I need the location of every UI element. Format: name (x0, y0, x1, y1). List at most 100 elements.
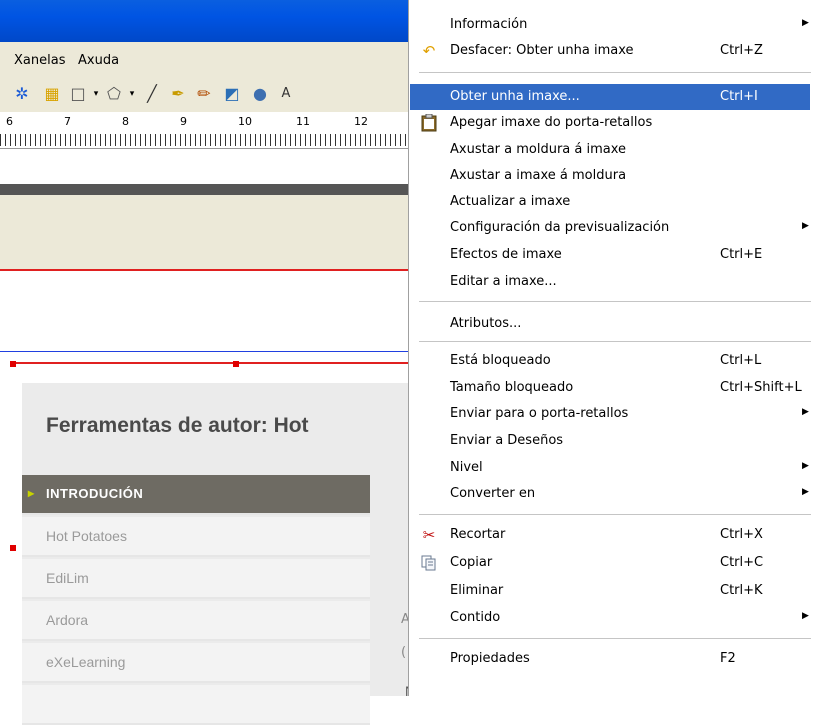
image-icon[interactable]: ◩ (222, 84, 242, 104)
submenu-arrow-icon: ▶ (802, 611, 809, 621)
nav-item-label: eXeLearning (46, 654, 126, 670)
pen-icon[interactable]: ✒ (168, 84, 188, 104)
scissors-icon: ✂ (422, 526, 436, 544)
menu-item-copiar[interactable]: Copiar Ctrl+C (410, 550, 810, 576)
ruler-number: 9 (180, 115, 187, 128)
menu-separator (419, 638, 811, 639)
menu-item-label: Contido (450, 610, 501, 625)
menu-item-nivel[interactable]: Nivel ▶ (410, 455, 810, 481)
menu-item-label: Enviar a Deseños (450, 433, 564, 448)
menu-item-label: Converter en (450, 486, 536, 501)
menu-item-informacion[interactable]: Información ▶ (410, 12, 810, 38)
resize-handle[interactable] (233, 361, 239, 367)
submenu-arrow-icon: ▶ (802, 487, 809, 497)
menu-item-label: Configuración da previsualización (450, 220, 670, 235)
submenu-arrow-icon: ▶ (802, 221, 809, 231)
page-title: Ferramentas de autor: Hot (46, 414, 309, 437)
menu-item-enviar-porta-retallos[interactable]: Enviar para o porta-retallos ▶ (410, 401, 810, 427)
chevron-down-icon[interactable]: ▾ (86, 84, 106, 104)
menu-item-axustar-moldura[interactable]: Axustar a moldura á imaxe (410, 137, 810, 163)
menu-axuda[interactable]: Axuda (78, 53, 119, 68)
menu-item-label: Recortar (450, 527, 506, 542)
menu-item-label: Enviar para o porta-retallos (450, 406, 629, 421)
nav-item-label: Introdución (46, 486, 144, 501)
menu-item-desfacer[interactable]: ↶ Desfacer: Obter unha imaxe Ctrl+Z (410, 38, 810, 64)
menu-separator (419, 72, 811, 73)
menu-item-eliminar[interactable]: Eliminar Ctrl+K (410, 578, 810, 604)
menu-xanelas[interactable]: Xanelas (14, 53, 65, 68)
line-icon[interactable]: ╱ (142, 84, 162, 104)
menu-item-shortcut: Ctrl+Shift+L (720, 380, 802, 395)
menu-separator (419, 341, 811, 342)
menu-item-tamano-bloqueado[interactable]: Tamaño bloqueado Ctrl+Shift+L (410, 375, 810, 401)
ruler-number: 11 (296, 115, 310, 128)
ruler-number: 10 (238, 115, 252, 128)
submenu-arrow-icon: ▶ (802, 18, 809, 28)
menu-item-shortcut: Ctrl+L (720, 353, 762, 368)
nav-item-introducion[interactable]: ▸ Introdución (22, 475, 370, 515)
settings-icon[interactable]: ✲ (12, 84, 32, 104)
menu-item-contido[interactable]: Contido ▶ (410, 605, 810, 631)
menu-item-axustar-imaxe[interactable]: Axustar a imaxe á moldura (410, 163, 810, 189)
menu-item-apegar-imaxe[interactable]: Apegar imaxe do porta-retallos (410, 110, 810, 136)
menu-item-propiedades[interactable]: Propiedades F2 (410, 646, 810, 672)
nav-item-partial[interactable] (22, 685, 370, 725)
menu-item-label: Eliminar (450, 583, 504, 598)
text-icon[interactable]: A (276, 84, 296, 104)
undo-icon: ↶ (422, 42, 436, 60)
menu-item-shortcut: Ctrl+C (720, 555, 764, 570)
clipboard-icon (420, 114, 438, 132)
nav-item-label: EdiLim (46, 570, 89, 586)
zoom-icon[interactable]: ● (250, 84, 270, 104)
menu-item-label: Nivel (450, 460, 483, 475)
nav-item-edilim[interactable]: EdiLim (22, 559, 370, 599)
menu-item-shortcut: Ctrl+I (720, 89, 758, 104)
resize-handle[interactable] (10, 545, 16, 551)
nav-item-label: Ardora (46, 612, 89, 628)
table-icon[interactable]: ▦ (42, 84, 62, 104)
polygon-icon[interactable]: ⬠ (104, 84, 124, 104)
menu-item-enviar-desenos[interactable]: Enviar a Deseños (410, 428, 810, 454)
menu-item-label: Editar a imaxe... (450, 274, 557, 289)
chevron-down-icon[interactable]: ▾ (122, 84, 142, 104)
resize-handle[interactable] (10, 361, 16, 367)
menu-item-label: Efectos de imaxe (450, 247, 562, 262)
context-menu: Información ▶ ↶ Desfacer: Obter unha ima… (408, 0, 818, 696)
menu-item-label: Axustar a imaxe á moldura (450, 168, 627, 183)
menu-item-label: Tamaño bloqueado (450, 380, 574, 395)
copy-icon (420, 554, 438, 572)
menu-item-esta-bloqueado[interactable]: Está bloqueado Ctrl+L (410, 348, 810, 374)
menu-item-configuracion-previsualizacion[interactable]: Configuración da previsualización ▶ (410, 215, 810, 241)
nav-item-hot-potatoes[interactable]: Hot Potatoes (22, 517, 370, 557)
submenu-arrow-icon: ▶ (802, 407, 809, 417)
submenu-arrow-icon: ▶ (802, 461, 809, 471)
nav-item-ardora[interactable]: Ardora (22, 601, 370, 641)
menu-item-label: Axustar a moldura á imaxe (450, 142, 627, 157)
menu-item-label: Está bloqueado (450, 353, 551, 368)
nav-item-label: Hot Potatoes (46, 528, 127, 544)
rectangle-icon[interactable]: □ (68, 84, 88, 104)
nav-item-exelearning[interactable]: eXeLearning (22, 643, 370, 683)
pencil-icon[interactable]: ✏ (194, 84, 214, 104)
arrow-right-icon: ▸ (28, 486, 35, 500)
menu-item-atributos[interactable]: Atributos... (410, 311, 810, 337)
menu-item-efectos-imaxe[interactable]: Efectos de imaxe Ctrl+E (410, 242, 810, 268)
menu-item-label: Información (450, 17, 528, 32)
menu-item-label: Obter unha imaxe... (450, 89, 580, 104)
menu-item-label: Propiedades (450, 651, 530, 666)
menu-item-shortcut: F2 (720, 651, 736, 666)
menu-item-shortcut: Ctrl+Z (720, 43, 763, 58)
menu-item-shortcut: Ctrl+K (720, 583, 763, 598)
menu-item-label: Desfacer: Obter unha imaxe (450, 43, 634, 58)
ruler-ticks (0, 134, 410, 146)
menu-item-actualizar-imaxe[interactable]: Actualizar a imaxe (410, 189, 810, 215)
ruler-number: 12 (354, 115, 368, 128)
ruler-number: 7 (64, 115, 71, 128)
menu-item-editar-imaxe[interactable]: Editar a imaxe... (410, 269, 810, 295)
menu-item-converter-en[interactable]: Converter en ▶ (410, 481, 810, 507)
menu-item-obter-unha-imaxe[interactable]: Obter unha imaxe... Ctrl+I (410, 84, 810, 110)
ruler-number: 6 (6, 115, 13, 128)
menu-item-label: Apegar imaxe do porta-retallos (450, 115, 653, 130)
menu-item-label: Atributos... (450, 316, 522, 331)
menu-item-recortar[interactable]: ✂ Recortar Ctrl+X (410, 522, 810, 548)
